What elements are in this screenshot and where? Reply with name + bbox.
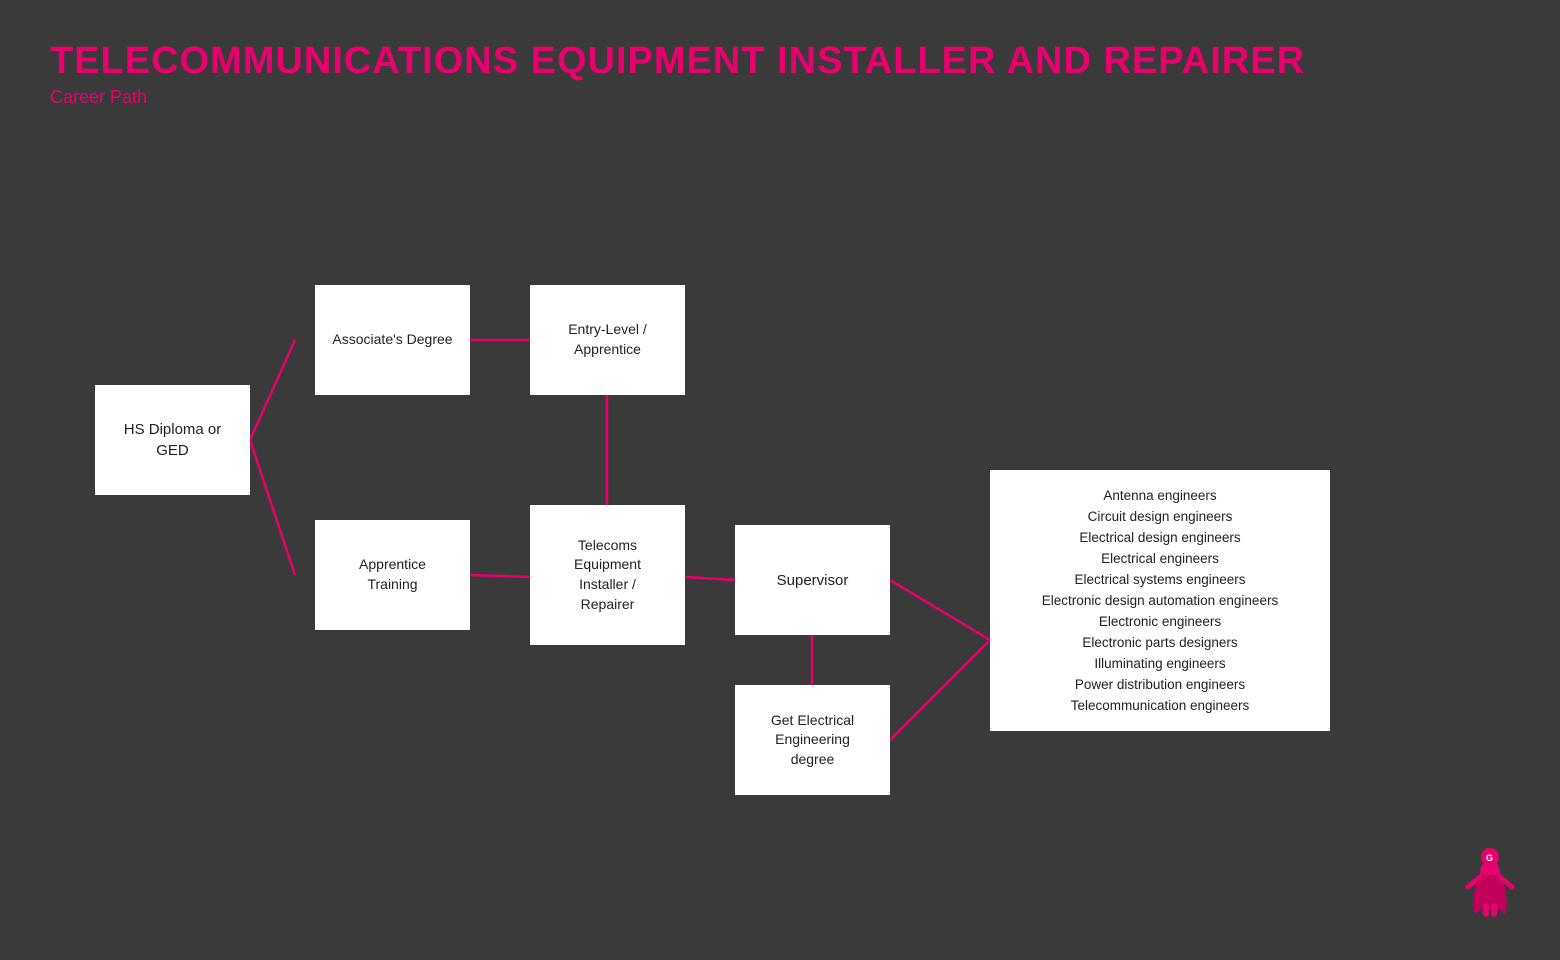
node-get-degree: Get ElectricalEngineeringdegree [735,685,890,795]
node-telecoms-equipment: TelecomsEquipmentInstaller /Repairer [530,505,685,645]
career-electrical-systems: Electrical systems engineers [1015,572,1305,587]
career-eda-engineers: Electronic design automation engineers [1015,593,1305,608]
page-title: TELECOMMUNICATIONS EQUIPMENT INSTALLER A… [50,40,1510,83]
career-electrical-design: Electrical design engineers [1015,530,1305,545]
node-supervisor: Supervisor [735,525,890,635]
career-diagram: HS Diploma orGED Associate's Degree Appr… [0,130,1560,950]
logo-area: G [1460,845,1520,930]
node-apprentice-training: ApprenticeTraining [315,520,470,630]
logo-icon: G [1460,845,1520,925]
careers-list-box: Antenna engineers Circuit design enginee… [990,470,1330,731]
node-entry-level: Entry-Level /Apprentice [530,285,685,395]
career-power-distribution: Power distribution engineers [1015,677,1305,692]
career-electronic-engineers: Electronic engineers [1015,614,1305,629]
svg-text:G: G [1486,853,1493,863]
header: TELECOMMUNICATIONS EQUIPMENT INSTALLER A… [0,0,1560,113]
node-associates-degree: Associate's Degree [315,285,470,395]
career-electronic-parts: Electronic parts designers [1015,635,1305,650]
career-circuit-design: Circuit design engineers [1015,509,1305,524]
node-hs-diploma: HS Diploma orGED [95,385,250,495]
career-telecommunication: Telecommunication engineers [1015,698,1305,713]
career-illuminating: Illuminating engineers [1015,656,1305,671]
career-antenna-engineers: Antenna engineers [1015,488,1305,503]
career-electrical-engineers: Electrical engineers [1015,551,1305,566]
page-subtitle: Career Path [50,87,1510,108]
